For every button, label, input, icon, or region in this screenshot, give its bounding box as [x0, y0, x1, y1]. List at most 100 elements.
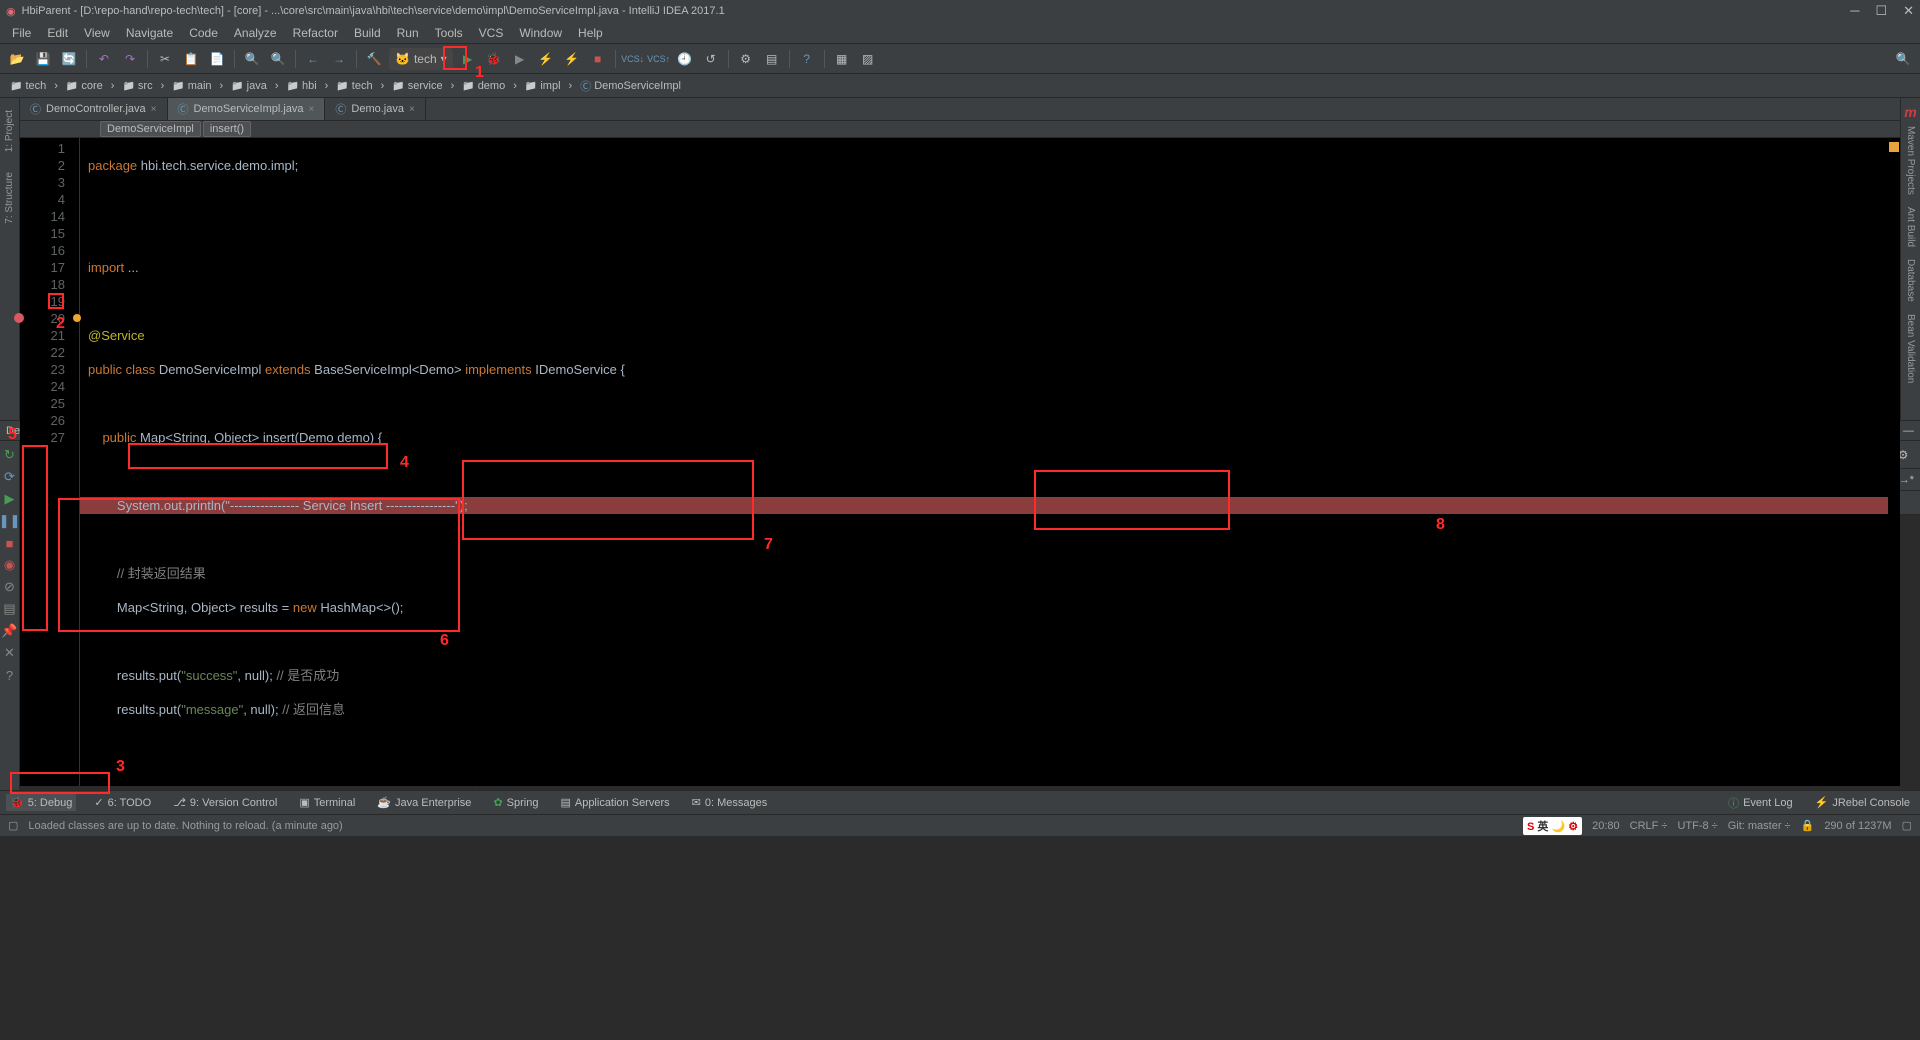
view-breakpoints-icon[interactable]: ◉	[2, 557, 18, 573]
close-tab-icon[interactable]: ×	[151, 104, 157, 115]
menu-analyze[interactable]: Analyze	[226, 24, 285, 42]
jrebel-run-icon[interactable]: ⚡	[535, 48, 557, 70]
help-icon[interactable]: ?	[2, 667, 18, 683]
build-icon[interactable]: 🔨	[363, 48, 385, 70]
nav-main[interactable]: main	[168, 79, 215, 93]
breadcrumb-class[interactable]: DemoServiceImpl	[100, 121, 201, 137]
bottom-tab-appservers[interactable]: ▤Application Servers	[556, 794, 673, 811]
save-icon[interactable]: 💾	[32, 48, 54, 70]
status-btn-icon[interactable]: ▢	[8, 819, 18, 832]
mute-breakpoints-icon[interactable]: ⊘	[2, 579, 18, 595]
run-config-selector[interactable]: 🐱 tech ▾	[389, 48, 453, 70]
jr-icon[interactable]: ▦	[831, 48, 853, 70]
menu-navigate[interactable]: Navigate	[118, 24, 181, 42]
bottom-tab-terminal[interactable]: ▣Terminal	[295, 794, 359, 811]
nav-impl[interactable]: impl	[521, 79, 565, 93]
undo-icon[interactable]: ↶	[93, 48, 115, 70]
menu-view[interactable]: View	[76, 24, 118, 42]
menu-edit[interactable]: Edit	[39, 24, 76, 42]
sidebar-ant-tab[interactable]: Ant Build	[1903, 201, 1918, 253]
maximize-button[interactable]: ☐	[1875, 3, 1887, 19]
project-structure-icon[interactable]: ▤	[761, 48, 783, 70]
cut-icon[interactable]: ✂	[154, 48, 176, 70]
status-encoding[interactable]: UTF-8 ÷	[1677, 820, 1717, 832]
close-tab-icon[interactable]: ×	[309, 104, 315, 115]
bottom-tab-vcs[interactable]: ⎇9: Version Control	[169, 794, 281, 811]
coverage-icon[interactable]: ▶	[509, 48, 531, 70]
nav-core[interactable]: core	[62, 79, 107, 93]
error-stripe[interactable]	[1888, 138, 1900, 786]
breakpoint-marker[interactable]	[14, 313, 24, 323]
bottom-tab-javaee[interactable]: ☕Java Enterprise	[373, 794, 475, 811]
nav-hbi[interactable]: hbi	[283, 79, 321, 93]
tab-demoserviceimpl[interactable]: ⒸDemoServiceImpl.java×	[168, 98, 326, 120]
minimize-button[interactable]: ─	[1850, 3, 1859, 19]
search-everywhere-icon[interactable]: 🔍	[1892, 48, 1914, 70]
stop-debug-icon[interactable]: ■	[2, 535, 18, 551]
nav-java[interactable]: java	[227, 79, 271, 93]
bottom-tab-spring[interactable]: ✿Spring	[489, 794, 542, 811]
redo-icon[interactable]: ↷	[119, 48, 141, 70]
run-icon[interactable]: ▶	[457, 48, 479, 70]
vcs-rollback-icon[interactable]: ↺	[700, 48, 722, 70]
sidebar-maven-tab[interactable]: Maven Projects	[1903, 120, 1918, 201]
paste-icon[interactable]: 📄	[206, 48, 228, 70]
menu-tools[interactable]: Tools	[427, 24, 471, 42]
status-git[interactable]: Git: master ÷	[1728, 820, 1791, 832]
tab-demo[interactable]: ⒸDemo.java×	[325, 98, 425, 120]
ime-indicator[interactable]: S 英 🌙 ⚙	[1523, 817, 1582, 835]
jr2-icon[interactable]: ▨	[857, 48, 879, 70]
status-corner-icon[interactable]: ▢	[1902, 819, 1912, 832]
settings-icon[interactable]: ▤	[2, 601, 18, 617]
update-icon[interactable]: ⟳	[2, 469, 18, 485]
bottom-tab-jrebel[interactable]: ⚡JRebel Console	[1811, 794, 1914, 811]
status-eol[interactable]: CRLF ÷	[1630, 820, 1668, 832]
nav-class[interactable]: ⒸDemoServiceImpl	[576, 77, 685, 95]
pin-icon[interactable]: 📌	[2, 623, 18, 639]
vcs-history-icon[interactable]: 🕘	[674, 48, 696, 70]
menu-build[interactable]: Build	[346, 24, 389, 42]
menu-code[interactable]: Code	[181, 24, 226, 42]
pause-icon[interactable]: ❚❚	[2, 513, 18, 529]
menu-help[interactable]: Help	[570, 24, 611, 42]
help-icon[interactable]: ?	[796, 48, 818, 70]
lock-icon[interactable]: 🔒	[1801, 819, 1815, 832]
bottom-tab-eventlog[interactable]: ⓘEvent Log	[1724, 793, 1797, 813]
copy-icon[interactable]: 📋	[180, 48, 202, 70]
menu-run[interactable]: Run	[389, 24, 427, 42]
bottom-tab-todo[interactable]: ✓6: TODO	[90, 794, 155, 811]
menu-window[interactable]: Window	[511, 24, 570, 42]
status-position[interactable]: 20:80	[1592, 820, 1620, 832]
debug-hide-icon[interactable]: —	[1903, 425, 1914, 437]
watches-minimize-icon[interactable]: →*	[1899, 474, 1914, 486]
close-button[interactable]: ✕	[1903, 3, 1914, 19]
jrebel-debug-icon[interactable]: ⚡	[561, 48, 583, 70]
nav-src[interactable]: src	[118, 79, 156, 93]
resume-icon[interactable]: ▶	[2, 491, 18, 507]
forward-icon[interactable]: →	[328, 48, 350, 70]
close-icon[interactable]: ✕	[2, 645, 18, 661]
bottom-tab-messages[interactable]: ✉0: Messages	[688, 794, 772, 811]
menu-file[interactable]: File	[4, 24, 39, 42]
nav-tech[interactable]: tech	[6, 79, 50, 93]
settings-icon[interactable]: ⚙	[735, 48, 757, 70]
menu-vcs[interactable]: VCS	[471, 24, 512, 42]
replace-icon[interactable]: 🔍	[267, 48, 289, 70]
stop-icon[interactable]: ■	[587, 48, 609, 70]
warning-marker[interactable]	[1889, 142, 1899, 152]
nav-tech2[interactable]: tech	[332, 79, 376, 93]
nav-demo[interactable]: demo	[458, 79, 509, 93]
nav-service[interactable]: service	[388, 79, 446, 93]
code-content[interactable]: package hbi.tech.service.demo.impl; impo…	[80, 138, 1888, 786]
back-icon[interactable]: ←	[302, 48, 324, 70]
debug-icon[interactable]: 🐞	[483, 48, 505, 70]
sidebar-database-tab[interactable]: Database	[1903, 253, 1918, 308]
sync-icon[interactable]: 🔄	[58, 48, 80, 70]
sidebar-project-tab[interactable]: 1: Project	[2, 104, 17, 158]
open-icon[interactable]: 📂	[6, 48, 28, 70]
editor-gutter[interactable]: 1 2 3 4 14 15 16 17 18 19 20 21 22 23 24…	[20, 138, 80, 786]
code-editor[interactable]: 1 2 3 4 14 15 16 17 18 19 20 21 22 23 24…	[20, 138, 1900, 786]
tab-democontroller[interactable]: ⒸDemoController.java×	[20, 98, 168, 120]
sidebar-structure-tab[interactable]: 7: Structure	[2, 166, 17, 230]
status-memory[interactable]: 290 of 1237M	[1824, 820, 1891, 832]
